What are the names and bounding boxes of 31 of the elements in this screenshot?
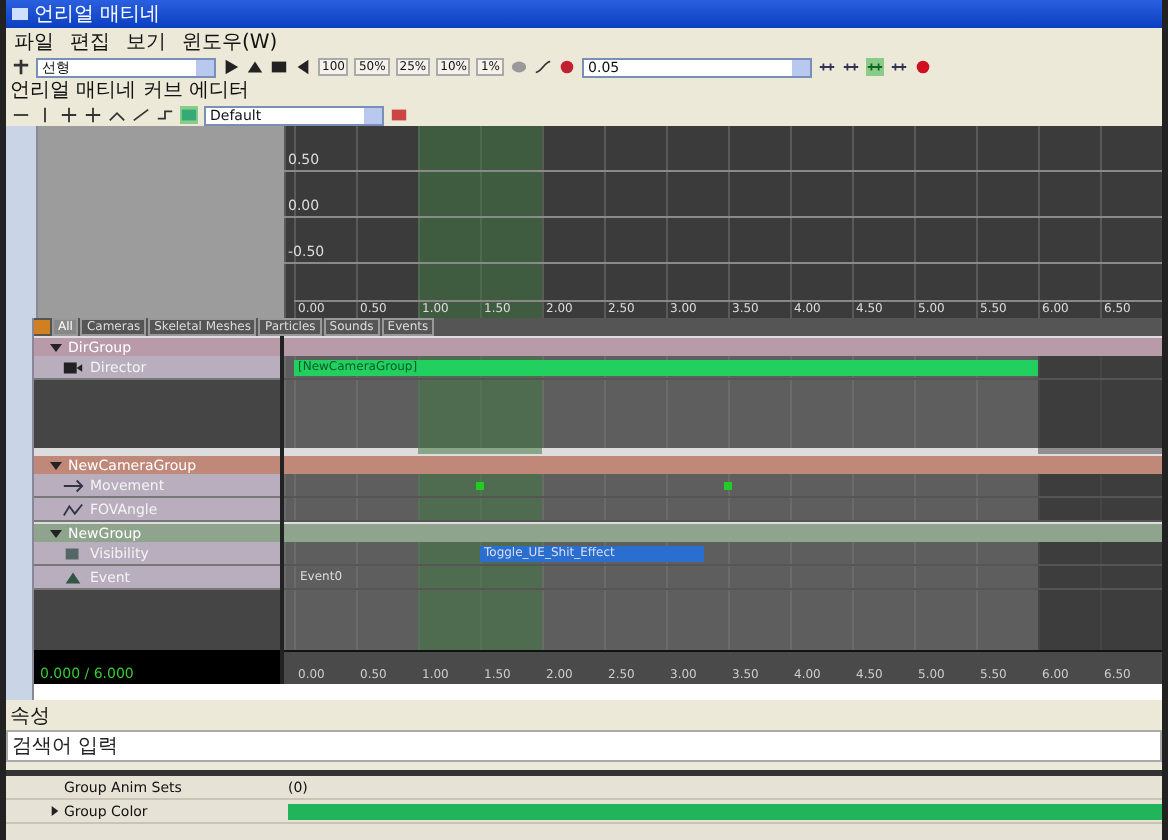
linear-tangent-icon[interactable]: [132, 106, 150, 124]
play-icon[interactable]: [222, 58, 240, 76]
search-field[interactable]: 검색어 입력: [6, 730, 1162, 762]
graph-icon: [62, 501, 84, 517]
color-swatch[interactable]: [288, 803, 1162, 819]
delete-icon[interactable]: [390, 106, 408, 124]
plus-icon[interactable]: [60, 106, 78, 124]
step-tangent-icon[interactable]: [156, 106, 174, 124]
window-title: 언리얼 매티네: [34, 2, 161, 28]
curve-icon[interactable]: [534, 58, 553, 76]
camera-icon: [62, 359, 84, 375]
record-icon[interactable]: [914, 58, 933, 76]
arrow-icon: [62, 477, 84, 493]
stop-icon[interactable]: [270, 58, 288, 76]
auto-tangent-icon[interactable]: [108, 106, 126, 124]
menu-item[interactable]: 편집: [70, 27, 110, 55]
plus-icon[interactable]: [84, 106, 102, 124]
expand-icon[interactable]: [50, 806, 60, 816]
square-icon: [62, 545, 84, 561]
plus-icon[interactable]: [12, 58, 30, 76]
menu-item[interactable]: 윈도우(W): [182, 27, 278, 55]
panel-title: 언리얼 매티네 커브 에디터: [6, 80, 1162, 104]
reverse-icon[interactable]: [294, 58, 312, 76]
menu-item[interactable]: 보기: [126, 27, 166, 55]
horizontal-scrollbar[interactable]: [34, 684, 1162, 700]
dot-icon[interactable]: [558, 58, 577, 76]
sequence-icon[interactable]: [866, 58, 885, 76]
panel-title: 속성: [8, 706, 52, 730]
menu-item[interactable]: 파일: [14, 27, 54, 55]
triangle-icon[interactable]: [246, 58, 264, 76]
window-icon: [12, 8, 28, 20]
